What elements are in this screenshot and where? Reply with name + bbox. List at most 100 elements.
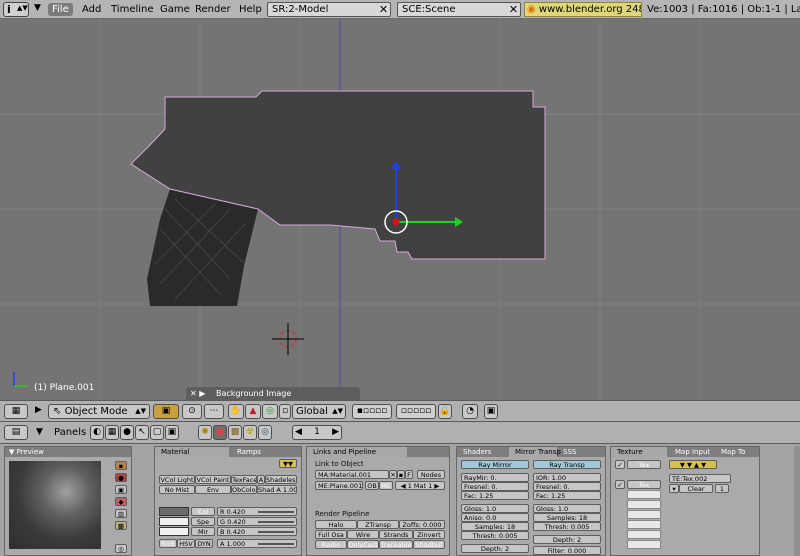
link-ob-button[interactable]: OB — [365, 481, 379, 490]
preview-type-buttons[interactable]: ▪ ● ▣ ◆ ▥ ▩ ◎ — [115, 461, 127, 553]
blue-slider[interactable]: B 0.420 — [217, 527, 297, 536]
mirror-fresnel-slider[interactable]: Fresnel: 0. — [461, 482, 529, 491]
fake-user-icon[interactable]: ▪ — [397, 470, 405, 479]
preview-plane-icon[interactable]: ▪ — [115, 461, 127, 470]
ray-transp-toggle[interactable]: Ray Transp — [533, 460, 601, 469]
zoffs-field[interactable]: Zoffs: 0.000 — [399, 520, 445, 529]
screen-selector[interactable]: SR:2-Model ✕ — [267, 2, 391, 17]
vcol-paint-toggle[interactable]: VCol Paint — [195, 475, 231, 484]
preview-sky-icon[interactable]: ▩ — [115, 521, 127, 530]
ztransp-toggle[interactable]: ZTransp — [357, 520, 399, 529]
link-me-button[interactable]: ME — [379, 481, 393, 490]
mirror-thresh-field[interactable]: Thresh: 0.005 — [461, 531, 529, 540]
3d-cursor-icon[interactable] — [272, 323, 304, 355]
texture-slot-6[interactable] — [627, 520, 661, 529]
transp-fac-slider[interactable]: Fac: 1.25 — [533, 491, 601, 500]
traceable-toggle[interactable]: Traceable — [379, 540, 413, 549]
pivot-button[interactable]: ⊙ — [182, 404, 202, 419]
manipulator-rotate-icon[interactable]: ◎ — [262, 404, 278, 419]
halo-toggle[interactable]: Halo — [315, 520, 357, 529]
texture-slot-2-check[interactable]: ✓ — [615, 480, 625, 489]
strands-toggle[interactable]: Strands — [379, 530, 413, 539]
env-toggle[interactable]: Env — [195, 485, 231, 494]
wire-toggle[interactable]: Wire — [347, 530, 379, 539]
collapse-menu-icon[interactable]: ▼ — [36, 427, 43, 437]
tab-ramps[interactable]: Ramps — [231, 447, 291, 457]
texture-slot-4[interactable] — [627, 500, 661, 509]
mirror-aniso-slider[interactable]: Aniso: 0.0 — [461, 513, 529, 522]
ior-slider[interactable]: IOR: 1.00 — [533, 473, 601, 482]
background-image-panel[interactable]: ✕ ▶ Background Image — [186, 387, 360, 400]
close-icon[interactable]: ✕ — [508, 3, 519, 16]
transp-thresh-field[interactable]: Thresh: 0.005 — [533, 522, 601, 531]
hsv-mode-button[interactable]: HSV — [177, 539, 195, 548]
material-subcontext-icon[interactable]: ● — [213, 425, 227, 440]
transp-gloss-slider[interactable]: Gloss: 1.0 — [533, 504, 601, 513]
object-context-icon[interactable]: ↖ — [135, 425, 149, 440]
logic-context-icon[interactable]: ◐ — [90, 425, 104, 440]
mirror-depth-field[interactable]: Depth: 2 — [461, 544, 529, 553]
orientation-selector[interactable]: Global ▲▼ — [292, 404, 346, 419]
green-slider[interactable]: G 0.420 — [217, 517, 297, 526]
menu-render[interactable]: Render — [191, 3, 235, 16]
transp-samples-field[interactable]: Samples: 18 — [533, 513, 601, 522]
radio-toggle[interactable]: Radio — [315, 540, 347, 549]
mesh-name-field[interactable]: ME:Plane.001 — [315, 481, 363, 490]
preview-monkey-icon[interactable]: ◆ — [115, 497, 127, 506]
alpha-slider[interactable]: A 1.000 — [217, 539, 297, 548]
texture-name-field[interactable]: TE:Tex.002 — [669, 474, 731, 483]
editor-type-button[interactable]: ▤ — [4, 425, 28, 440]
material-name-field[interactable]: MA:Material.001 — [315, 470, 389, 479]
panels-scrollbar[interactable] — [794, 446, 800, 556]
snap-button[interactable]: ⋯ — [204, 404, 224, 419]
menu-help[interactable]: Help — [235, 3, 266, 16]
manipulator-scale-icon[interactable]: ▫ — [279, 404, 291, 419]
texture-subcontext-icon[interactable]: ▩ — [228, 425, 242, 440]
editor-type-button[interactable]: ▦ — [4, 404, 28, 419]
spe-swatch[interactable] — [159, 517, 189, 526]
manipulator-translate-icon[interactable]: ▲ — [245, 404, 261, 419]
panel-arrows-button[interactable]: ▼▼ — [279, 459, 297, 468]
texture-slot-3[interactable] — [627, 490, 661, 499]
texture-users-field[interactable]: 1 — [715, 484, 729, 493]
menu-timeline[interactable]: Timeline — [107, 3, 158, 16]
texture-browse-icon[interactable]: ▾ — [669, 484, 679, 493]
layer-buttons-group-2[interactable]: ▫▫▫▫▫ — [396, 404, 436, 419]
mirror-samples-field[interactable]: Samples: 18 — [461, 522, 529, 531]
texture-slot-5[interactable] — [627, 510, 661, 519]
col-button[interactable]: Col — [191, 507, 215, 516]
shadeless-toggle[interactable]: Shadeless — [265, 475, 297, 484]
nodes-button[interactable]: Nodes — [417, 470, 445, 479]
spe-button[interactable]: Spe — [191, 517, 215, 526]
onlycast-toggle[interactable]: OnlyCast — [347, 540, 379, 549]
texface-toggle[interactable]: TexFace — [231, 475, 257, 484]
texface-alpha-toggle[interactable]: A — [257, 475, 265, 484]
mode-selector[interactable]: ⇖ Object Mode ▲▼ — [48, 404, 150, 419]
scene-context-icon[interactable]: ▣ — [165, 425, 179, 440]
transp-fresnel-slider[interactable]: Fresnel: 0. — [533, 482, 601, 491]
preview-sphere-icon[interactable]: ● — [115, 473, 127, 482]
menu-file[interactable]: File — [48, 3, 73, 16]
full-osa-toggle[interactable]: Full Osa — [315, 530, 347, 539]
texture-slot-7[interactable] — [627, 530, 661, 539]
obcolor-toggle[interactable]: ObColor — [231, 485, 257, 494]
col-swatch[interactable] — [159, 507, 189, 516]
shading-context-icon[interactable]: ● — [120, 425, 134, 440]
preview-cube-icon[interactable]: ▣ — [115, 485, 127, 494]
close-icon[interactable]: ✕ — [378, 3, 389, 16]
clear-texture-button[interactable]: Clear — [679, 484, 713, 493]
lock-icon[interactable]: 🔒 — [438, 404, 452, 419]
preview-hair-icon[interactable]: ▥ — [115, 509, 127, 518]
lamp-subcontext-icon[interactable]: ✺ — [198, 425, 212, 440]
layer-buttons-group-1[interactable]: ▪▫▫▫▫ — [352, 404, 392, 419]
mirror-gloss-slider[interactable]: Gloss: 1.0 — [461, 504, 529, 513]
render-icon[interactable]: ▣ — [484, 404, 498, 419]
shad-alpha-field[interactable]: Shad A 1.00 — [257, 485, 297, 494]
scene-selector[interactable]: SCE:Scene ✕ — [397, 2, 521, 17]
preview-panel-header[interactable]: ▼ Preview — [5, 447, 131, 457]
menu-game[interactable]: Game — [156, 3, 194, 16]
tab-map-input[interactable]: Map Input — [669, 447, 715, 457]
close-icon[interactable]: ✕ — [389, 470, 397, 479]
collapse-icon[interactable]: ▶ — [199, 389, 205, 398]
draw-type-button[interactable]: ▣ — [153, 404, 179, 419]
